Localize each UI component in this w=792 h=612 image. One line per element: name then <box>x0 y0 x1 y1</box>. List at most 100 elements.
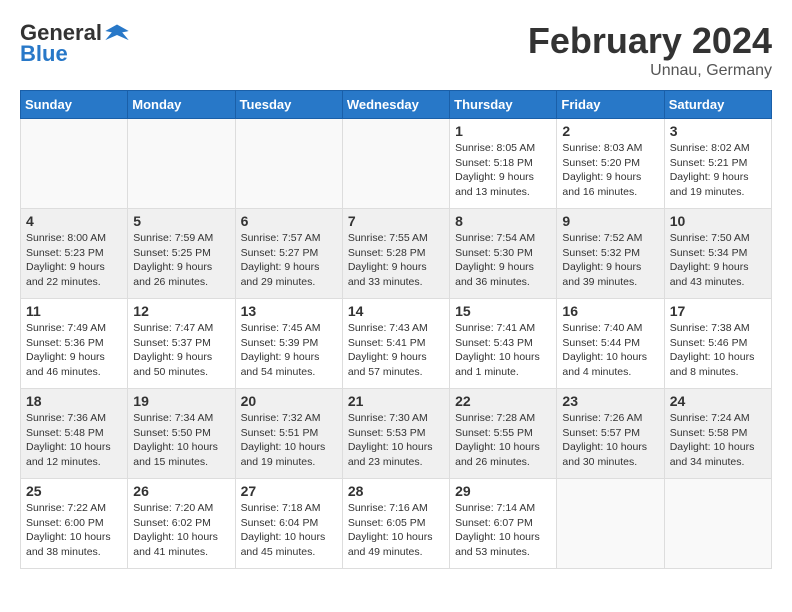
calendar-day-cell: 19 Sunrise: 7:34 AM Sunset: 5:50 PM Dayli… <box>128 389 235 479</box>
day-number: 28 <box>348 483 444 499</box>
day-number: 7 <box>348 213 444 229</box>
calendar-header-tuesday: Tuesday <box>235 91 342 119</box>
calendar-day-cell: 24Sunrise: 7:24 AM Sunset: 5:58 PM Dayli… <box>664 389 771 479</box>
day-number: 22 <box>455 393 551 409</box>
calendar-day-cell: 11 Sunrise: 7:49 AM Sunset: 5:36 PM Dayli… <box>21 299 128 389</box>
calendar-day-cell: 4 Sunrise: 8:00 AM Sunset: 5:23 PM Daylig… <box>21 209 128 299</box>
day-number: 19 <box>133 393 229 409</box>
calendar-week-row: 11 Sunrise: 7:49 AM Sunset: 5:36 PM Dayli… <box>21 299 772 389</box>
calendar-day-cell: 1Sunrise: 8:05 AM Sunset: 5:18 PM Daylig… <box>450 119 557 209</box>
day-info: Sunrise: 7:41 AM Sunset: 5:43 PM Dayligh… <box>455 321 551 380</box>
calendar-day-cell <box>342 119 449 209</box>
header: General Blue February 2024 Unnau, German… <box>20 20 772 80</box>
calendar-day-cell: 20Sunrise: 7:32 AM Sunset: 5:51 PM Dayli… <box>235 389 342 479</box>
calendar-day-cell: 28 Sunrise: 7:16 AM Sunset: 6:05 PM Dayli… <box>342 479 449 569</box>
day-info: Sunrise: 7:22 AM Sunset: 6:00 PM Dayligh… <box>26 501 122 560</box>
day-info: Sunrise: 8:05 AM Sunset: 5:18 PM Dayligh… <box>455 141 551 200</box>
day-number: 25 <box>26 483 122 499</box>
day-info: Sunrise: 7:43 AM Sunset: 5:41 PM Dayligh… <box>348 321 444 380</box>
calendar-week-row: 1Sunrise: 8:05 AM Sunset: 5:18 PM Daylig… <box>21 119 772 209</box>
day-number: 29 <box>455 483 551 499</box>
calendar-day-cell: 9 Sunrise: 7:52 AM Sunset: 5:32 PM Daylig… <box>557 209 664 299</box>
calendar-day-cell: 25 Sunrise: 7:22 AM Sunset: 6:00 PM Dayli… <box>21 479 128 569</box>
day-number: 4 <box>26 213 122 229</box>
calendar-header-saturday: Saturday <box>664 91 771 119</box>
month-title: February 2024 <box>528 20 772 62</box>
day-info: Sunrise: 7:54 AM Sunset: 5:30 PM Dayligh… <box>455 231 551 290</box>
day-number: 13 <box>241 303 337 319</box>
calendar-day-cell: 23 Sunrise: 7:26 AM Sunset: 5:57 PM Dayli… <box>557 389 664 479</box>
day-number: 18 <box>26 393 122 409</box>
calendar-table: SundayMondayTuesdayWednesdayThursdayFrid… <box>20 90 772 569</box>
day-number: 17 <box>670 303 766 319</box>
calendar-week-row: 18 Sunrise: 7:36 AM Sunset: 5:48 PM Dayli… <box>21 389 772 479</box>
logo-bird-icon <box>104 20 130 46</box>
day-number: 2 <box>562 123 658 139</box>
day-info: Sunrise: 7:16 AM Sunset: 6:05 PM Dayligh… <box>348 501 444 560</box>
day-number: 9 <box>562 213 658 229</box>
day-info: Sunrise: 7:50 AM Sunset: 5:34 PM Dayligh… <box>670 231 766 290</box>
day-info: Sunrise: 8:02 AM Sunset: 5:21 PM Dayligh… <box>670 141 766 200</box>
day-info: Sunrise: 8:00 AM Sunset: 5:23 PM Dayligh… <box>26 231 122 290</box>
calendar-day-cell: 17 Sunrise: 7:38 AM Sunset: 5:46 PM Dayli… <box>664 299 771 389</box>
calendar-day-cell: 2 Sunrise: 8:03 AM Sunset: 5:20 PM Daylig… <box>557 119 664 209</box>
day-info: Sunrise: 7:47 AM Sunset: 5:37 PM Dayligh… <box>133 321 229 380</box>
day-info: Sunrise: 7:34 AM Sunset: 5:50 PM Dayligh… <box>133 411 229 470</box>
day-number: 26 <box>133 483 229 499</box>
calendar-day-cell: 21 Sunrise: 7:30 AM Sunset: 5:53 PM Dayli… <box>342 389 449 479</box>
calendar-day-cell <box>664 479 771 569</box>
day-number: 12 <box>133 303 229 319</box>
day-info: Sunrise: 7:57 AM Sunset: 5:27 PM Dayligh… <box>241 231 337 290</box>
day-info: Sunrise: 7:55 AM Sunset: 5:28 PM Dayligh… <box>348 231 444 290</box>
day-number: 10 <box>670 213 766 229</box>
calendar-day-cell: 6 Sunrise: 7:57 AM Sunset: 5:27 PM Daylig… <box>235 209 342 299</box>
day-number: 24 <box>670 393 766 409</box>
calendar-header-sunday: Sunday <box>21 91 128 119</box>
day-info: Sunrise: 8:03 AM Sunset: 5:20 PM Dayligh… <box>562 141 658 200</box>
day-info: Sunrise: 7:36 AM Sunset: 5:48 PM Dayligh… <box>26 411 122 470</box>
day-info: Sunrise: 7:49 AM Sunset: 5:36 PM Dayligh… <box>26 321 122 380</box>
calendar-day-cell: 14 Sunrise: 7:43 AM Sunset: 5:41 PM Dayli… <box>342 299 449 389</box>
calendar-day-cell: 5Sunrise: 7:59 AM Sunset: 5:25 PM Daylig… <box>128 209 235 299</box>
day-number: 11 <box>26 303 122 319</box>
calendar-day-cell: 12 Sunrise: 7:47 AM Sunset: 5:37 PM Dayli… <box>128 299 235 389</box>
calendar-day-cell: 18 Sunrise: 7:36 AM Sunset: 5:48 PM Dayli… <box>21 389 128 479</box>
calendar-day-cell <box>235 119 342 209</box>
calendar-day-cell: 3 Sunrise: 8:02 AM Sunset: 5:21 PM Daylig… <box>664 119 771 209</box>
day-info: Sunrise: 7:18 AM Sunset: 6:04 PM Dayligh… <box>241 501 337 560</box>
location: Unnau, Germany <box>528 62 772 80</box>
calendar-day-cell: 8 Sunrise: 7:54 AM Sunset: 5:30 PM Daylig… <box>450 209 557 299</box>
day-number: 16 <box>562 303 658 319</box>
day-info: Sunrise: 7:20 AM Sunset: 6:02 PM Dayligh… <box>133 501 229 560</box>
day-number: 21 <box>348 393 444 409</box>
day-info: Sunrise: 7:26 AM Sunset: 5:57 PM Dayligh… <box>562 411 658 470</box>
day-number: 8 <box>455 213 551 229</box>
day-info: Sunrise: 7:14 AM Sunset: 6:07 PM Dayligh… <box>455 501 551 560</box>
day-info: Sunrise: 7:52 AM Sunset: 5:32 PM Dayligh… <box>562 231 658 290</box>
calendar-day-cell: 15 Sunrise: 7:41 AM Sunset: 5:43 PM Dayli… <box>450 299 557 389</box>
calendar-header-thursday: Thursday <box>450 91 557 119</box>
calendar-day-cell <box>557 479 664 569</box>
day-info: Sunrise: 7:30 AM Sunset: 5:53 PM Dayligh… <box>348 411 444 470</box>
calendar-day-cell <box>21 119 128 209</box>
calendar-header-wednesday: Wednesday <box>342 91 449 119</box>
calendar-day-cell: 22Sunrise: 7:28 AM Sunset: 5:55 PM Dayli… <box>450 389 557 479</box>
day-number: 14 <box>348 303 444 319</box>
calendar-day-cell: 10 Sunrise: 7:50 AM Sunset: 5:34 PM Dayli… <box>664 209 771 299</box>
day-number: 27 <box>241 483 337 499</box>
day-number: 6 <box>241 213 337 229</box>
day-number: 15 <box>455 303 551 319</box>
calendar-day-cell <box>128 119 235 209</box>
day-number: 3 <box>670 123 766 139</box>
logo-wordmark: General Blue <box>20 20 130 66</box>
logo: General Blue <box>20 20 130 66</box>
day-info: Sunrise: 7:38 AM Sunset: 5:46 PM Dayligh… <box>670 321 766 380</box>
calendar-week-row: 25 Sunrise: 7:22 AM Sunset: 6:00 PM Dayli… <box>21 479 772 569</box>
day-number: 5 <box>133 213 229 229</box>
day-info: Sunrise: 7:40 AM Sunset: 5:44 PM Dayligh… <box>562 321 658 380</box>
day-info: Sunrise: 7:45 AM Sunset: 5:39 PM Dayligh… <box>241 321 337 380</box>
day-info: Sunrise: 7:32 AM Sunset: 5:51 PM Dayligh… <box>241 411 337 470</box>
day-number: 23 <box>562 393 658 409</box>
calendar-day-cell: 27 Sunrise: 7:18 AM Sunset: 6:04 PM Dayli… <box>235 479 342 569</box>
title-area: February 2024 Unnau, Germany <box>528 20 772 80</box>
